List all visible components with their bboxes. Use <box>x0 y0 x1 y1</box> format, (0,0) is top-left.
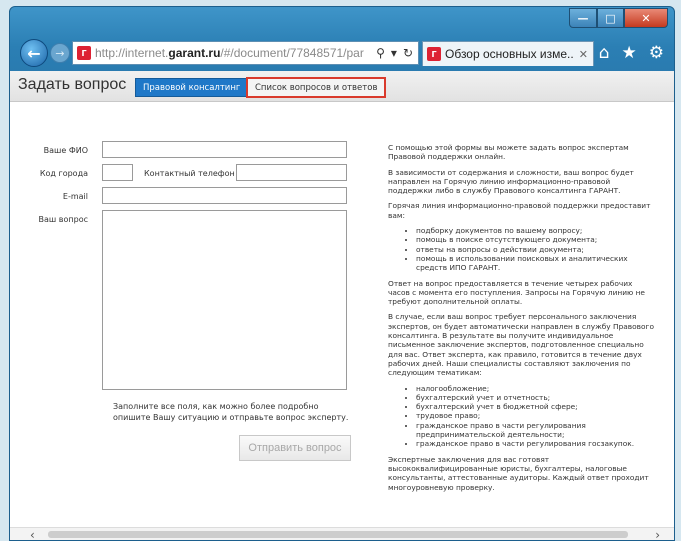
tab-close-icon[interactable]: ✕ <box>574 48 593 61</box>
fio-label: Ваше ФИО <box>43 146 88 155</box>
questions-list-button[interactable]: Список вопросов и ответов <box>246 77 387 98</box>
scroll-right-icon[interactable]: › <box>655 528 660 540</box>
hotline-list: подборку документов по вашему вопросу; п… <box>388 226 656 272</box>
dropdown-icon[interactable]: ▾ <box>391 46 397 60</box>
scroll-left-icon[interactable]: ‹ <box>30 528 35 540</box>
city-code-input[interactable] <box>102 164 133 181</box>
list-item: бухгалтерский учет в бюджетной сфере; <box>416 402 656 411</box>
favorites-star-icon[interactable]: ★ <box>622 43 637 63</box>
window-controls: — □ ✕ <box>569 8 668 28</box>
list-item: налогообложение; <box>416 384 656 393</box>
city-code-label: Код города <box>39 169 88 178</box>
url-text[interactable]: http://internet.garant.ru/#/document/778… <box>95 46 376 60</box>
forward-button[interactable]: → <box>50 43 70 63</box>
info-paragraph: В зависимости от содержания и сложности,… <box>388 167 634 196</box>
fio-input[interactable] <box>102 141 347 158</box>
browser-window: — □ ✕ ← → Г http://internet.garant.ru/#/… <box>9 6 675 541</box>
phone-label: Контактный телефон <box>144 169 235 178</box>
email-label: E-mail <box>62 192 88 201</box>
address-bar[interactable]: Г http://internet.garant.ru/#/document/7… <box>72 41 419 65</box>
tab-favicon-icon: Г <box>427 47 441 61</box>
minimize-button[interactable]: — <box>569 8 597 28</box>
list-item: ответы на вопросы о действии документа; <box>416 245 656 254</box>
info-paragraph: В случае, если ваш вопрос требует персон… <box>388 312 654 378</box>
tab-title: Обзор основных изме... <box>445 47 574 61</box>
info-panel: С помощью этой формы вы можете задать во… <box>388 143 656 498</box>
page-content: Задать вопрос Правовой консалтинг Список… <box>10 71 674 540</box>
phone-input[interactable] <box>236 164 347 181</box>
question-textarea[interactable] <box>102 210 347 390</box>
list-item: помощь в поиске отсутствующего документа… <box>416 235 656 244</box>
list-item: бухгалтерский учет и отчетность; <box>416 393 656 402</box>
submit-question-button[interactable]: Отправить вопрос <box>239 435 351 461</box>
browser-tab[interactable]: Г Обзор основных изме... ✕ <box>422 41 594 66</box>
info-paragraph: Горячая линия информационно-правовой под… <box>388 201 651 220</box>
form-hint: Заполните все поля, как можно более подр… <box>113 402 349 422</box>
url-suffix: /#/document/77848571/par <box>220 46 364 60</box>
site-favicon-icon: Г <box>77 46 91 60</box>
maximize-button[interactable]: □ <box>597 8 624 28</box>
page-header: Задать вопрос Правовой консалтинг Список… <box>10 71 674 102</box>
list-item: помощь в использовании поисковых и анали… <box>416 254 656 273</box>
address-bar-icons: ⚲ ▾ ↻ <box>376 46 418 60</box>
info-paragraph: С помощью этой формы вы можете задать во… <box>388 143 629 162</box>
list-item: гражданское право в части регулирования … <box>416 439 656 448</box>
home-icon[interactable]: ⌂ <box>599 43 610 63</box>
list-item: трудовое право; <box>416 411 656 420</box>
search-icon[interactable]: ⚲ <box>376 46 385 60</box>
info-paragraph: Экспертные заключения для вас готовят вы… <box>388 454 649 492</box>
scrollbar-thumb[interactable] <box>48 531 628 538</box>
legal-consulting-button[interactable]: Правовой консалтинг <box>135 78 249 97</box>
horizontal-scrollbar[interactable]: ‹ › <box>10 527 674 540</box>
back-button[interactable]: ← <box>20 39 48 67</box>
list-item: подборку документов по вашему вопросу; <box>416 226 656 235</box>
settings-gear-icon[interactable]: ⚙ <box>649 43 664 63</box>
page-title: Задать вопрос <box>18 76 127 93</box>
url-prefix: http://internet. <box>95 46 169 60</box>
info-paragraph: Ответ на вопрос предоставляется в течени… <box>388 278 645 307</box>
topics-list: налогообложение; бухгалтерский учет и от… <box>388 384 656 449</box>
close-window-button[interactable]: ✕ <box>624 8 668 28</box>
url-domain: garant.ru <box>168 46 221 60</box>
navigation-bar: ← → Г http://internet.garant.ru/#/docume… <box>10 33 674 71</box>
toolbar-icons: ⌂ ★ ⚙ <box>599 43 664 63</box>
refresh-icon[interactable]: ↻ <box>403 46 413 60</box>
email-input[interactable] <box>102 187 347 204</box>
list-item: гражданское право в части регулирования … <box>416 421 656 440</box>
question-label: Ваш вопрос <box>38 215 88 224</box>
